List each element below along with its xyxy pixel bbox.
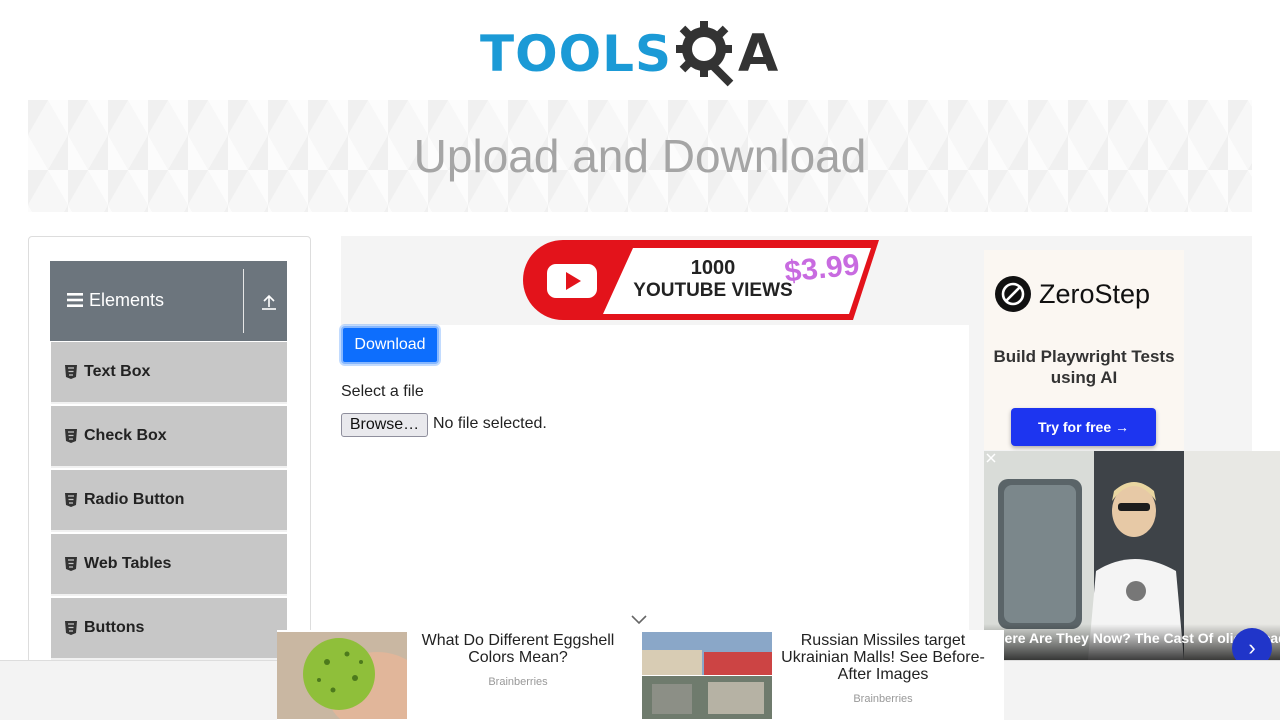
ad-source: Brainberries bbox=[488, 676, 548, 688]
sidebar-item-label: Web Tables bbox=[84, 555, 172, 572]
html5-icon bbox=[65, 365, 77, 379]
sidebar-item-radio-button[interactable]: Radio Button bbox=[51, 470, 287, 532]
html5-icon bbox=[65, 493, 77, 507]
zerostep-logo: ZeroStep bbox=[995, 276, 1150, 312]
download-button[interactable]: Download bbox=[341, 326, 439, 364]
menu-bars-icon bbox=[67, 293, 83, 307]
egg-image bbox=[277, 632, 407, 719]
bottom-ad-cards: What Do Different Eggshell Colors Mean? … bbox=[277, 630, 1004, 720]
video-ad[interactable]: here Are They Now? The Cast Of olice Aca… bbox=[984, 451, 1280, 660]
ad-line1: 1000 bbox=[691, 257, 736, 279]
ad-line2: YOUTUBE VIEWS bbox=[633, 280, 792, 301]
ad-title: What Do Different Eggshell Colors Mean? bbox=[421, 632, 615, 666]
sidebar-item-check-box[interactable]: Check Box bbox=[51, 406, 287, 468]
sidebar-item-buttons[interactable]: Buttons bbox=[51, 598, 287, 660]
select-file-label: Select a file bbox=[341, 383, 424, 400]
site-logo[interactable]: TOOLS A bbox=[480, 14, 810, 94]
page-title: Upload and Download bbox=[413, 130, 867, 182]
html5-icon bbox=[65, 429, 77, 443]
mall-image bbox=[642, 632, 772, 719]
sidebar-item-label: Check Box bbox=[84, 427, 167, 444]
ad-thumbnail bbox=[277, 632, 407, 719]
zerostep-tagline: Build Playwright Tests using AI bbox=[993, 347, 1175, 387]
file-status-text: No file selected. bbox=[433, 415, 547, 432]
ad-card[interactable]: What Do Different Eggshell Colors Mean? … bbox=[277, 630, 637, 720]
page: TOOLS A Upload and Download Elements Tex… bbox=[0, 0, 1280, 720]
ad-thumbnail bbox=[642, 632, 772, 719]
chevron-down-icon[interactable] bbox=[630, 612, 648, 626]
sidebar-item-label: Text Box bbox=[84, 363, 151, 380]
html5-icon bbox=[65, 621, 77, 635]
zerostep-brand: ZeroStep bbox=[1039, 278, 1151, 309]
file-browse-button[interactable]: Browse… bbox=[341, 413, 428, 437]
sidebar-item-label: Radio Button bbox=[84, 491, 185, 508]
zerostep-ad-card[interactable]: ZeroStep Build Playwright Tests using AI… bbox=[984, 250, 1184, 450]
sidebar-group-elements[interactable]: Elements bbox=[50, 261, 287, 341]
sidebar: Elements Text Box Check Box Radio Button… bbox=[28, 236, 311, 720]
youtube-ad-graphic: 1000 YOUTUBE VIEWS $3.99 bbox=[523, 240, 879, 320]
close-icon[interactable] bbox=[986, 453, 996, 463]
sidebar-item-web-tables[interactable]: Web Tables bbox=[51, 534, 287, 596]
header-divider bbox=[243, 269, 244, 333]
ad-title: Russian Missiles target Ukrainian Malls!… bbox=[781, 632, 985, 683]
page-header-banner: Upload and Download bbox=[28, 100, 1252, 212]
zero-slash-icon bbox=[1001, 282, 1025, 306]
sidebar-group-title: Elements bbox=[89, 290, 165, 310]
ad-source: Brainberries bbox=[853, 693, 913, 705]
html5-icon bbox=[65, 557, 77, 571]
try-for-free-button[interactable]: Try for free → bbox=[1011, 408, 1156, 446]
ad-card[interactable]: Russian Missiles target Ukrainian Malls!… bbox=[642, 630, 1004, 720]
logo-suffix: A bbox=[738, 24, 779, 84]
sidebar-item-label: Buttons bbox=[84, 619, 145, 636]
upload-arrow-icon[interactable] bbox=[260, 293, 278, 311]
chevron-right-icon[interactable]: › bbox=[1232, 628, 1272, 660]
gear-magnifier-icon bbox=[676, 21, 734, 87]
zerostep-logo-icon bbox=[995, 276, 1031, 312]
ad-banner-top[interactable]: 1000 YOUTUBE VIEWS $3.99 bbox=[341, 236, 969, 325]
logo-text: TOOLS bbox=[480, 25, 672, 83]
sidebar-item-text-box[interactable]: Text Box bbox=[51, 342, 287, 404]
